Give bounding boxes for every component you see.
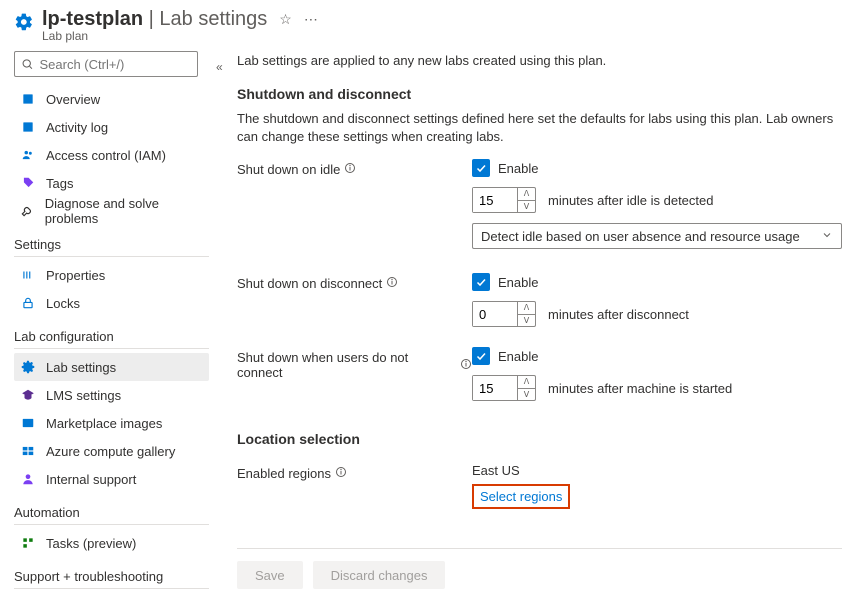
sidebar-item-locks[interactable]: Locks	[14, 289, 209, 317]
person-icon	[20, 471, 36, 487]
sidebar-item-internal-support[interactable]: Internal support	[14, 465, 209, 493]
sidebar-item-activity-log[interactable]: Activity log	[14, 113, 209, 141]
idle-minutes-stepper[interactable]: ᐱ ᐯ	[472, 187, 536, 213]
gallery-icon	[20, 443, 36, 459]
log-icon	[20, 119, 36, 135]
sidebar-item-label: Properties	[46, 268, 105, 283]
lock-icon	[20, 295, 36, 311]
select-regions-highlight: Select regions	[472, 484, 570, 509]
sidebar-item-lab-settings[interactable]: Lab settings	[14, 353, 209, 381]
sidebar-item-label: Access control (IAM)	[46, 148, 166, 163]
sidebar-item-tags[interactable]: Tags	[14, 169, 209, 197]
disconnect-label: Shut down on disconnect	[237, 273, 472, 291]
info-icon[interactable]	[344, 162, 356, 177]
sidebar-item-marketplace[interactable]: Marketplace images	[14, 409, 209, 437]
idle-label: Shut down on idle	[237, 159, 472, 177]
noconnect-minutes-stepper[interactable]: ᐱ ᐯ	[472, 375, 536, 401]
select-regions-link[interactable]: Select regions	[480, 489, 562, 504]
support-icon	[20, 599, 36, 601]
discard-button[interactable]: Discard changes	[313, 561, 446, 589]
region-value: East US	[472, 463, 842, 478]
page-title: lp-testplan | Lab settings	[42, 8, 267, 31]
search-field[interactable]	[39, 57, 191, 72]
enable-label: Enable	[498, 275, 538, 290]
info-icon[interactable]	[335, 466, 347, 481]
automation-heading: Automation	[14, 505, 209, 525]
shutdown-subtext: The shutdown and disconnect settings def…	[237, 110, 842, 145]
disconnect-minutes-input[interactable]	[473, 302, 517, 326]
sidebar-item-label: Activity log	[46, 120, 108, 135]
enable-label: Enable	[498, 349, 538, 364]
stepper-up-icon[interactable]: ᐱ	[518, 188, 535, 201]
labconfig-heading: Lab configuration	[14, 329, 209, 349]
page-description: Lab settings are applied to any new labs…	[237, 53, 842, 68]
stepper-up-icon[interactable]: ᐱ	[518, 376, 535, 389]
sidebar-item-label: Internal support	[46, 472, 136, 487]
tasks-icon	[20, 535, 36, 551]
settings-heading: Settings	[14, 237, 209, 257]
regions-label: Enabled regions	[237, 463, 472, 481]
location-heading: Location selection	[237, 431, 842, 447]
idle-help-text: minutes after idle is detected	[548, 193, 713, 208]
noconnect-enable-checkbox[interactable]	[472, 347, 490, 365]
stepper-down-icon[interactable]: ᐯ	[518, 315, 535, 327]
sidebar-item-access-control[interactable]: Access control (IAM)	[14, 141, 209, 169]
noconnect-minutes-input[interactable]	[473, 376, 517, 400]
more-icon[interactable]: ⋯	[304, 11, 318, 28]
disconnect-help-text: minutes after disconnect	[548, 307, 689, 322]
main-content: Lab settings are applied to any new labs…	[215, 43, 860, 601]
overview-icon	[20, 91, 36, 107]
save-button[interactable]: Save	[237, 561, 303, 589]
sidebar-item-diagnose[interactable]: Diagnose and solve problems	[14, 197, 209, 225]
sidebar-item-support-request[interactable]: New Support Request	[14, 593, 209, 601]
sidebar-item-label: Tasks (preview)	[46, 536, 136, 551]
idle-minutes-input[interactable]	[473, 188, 517, 212]
sidebar-item-compute-gallery[interactable]: Azure compute gallery	[14, 437, 209, 465]
disconnect-enable-checkbox[interactable]	[472, 273, 490, 291]
chevron-down-icon	[821, 229, 833, 244]
sidebar-item-properties[interactable]: Properties	[14, 261, 209, 289]
page-header: lp-testplan | Lab settings ☆ ⋯ Lab plan	[0, 0, 860, 43]
sidebar-item-label: Lab settings	[46, 360, 116, 375]
search-input[interactable]	[14, 51, 198, 77]
sidebar-item-label: New Support Request	[46, 600, 173, 602]
sidebar-item-label: Marketplace images	[46, 416, 162, 431]
wrench-icon	[20, 203, 35, 219]
sidebar-item-tasks[interactable]: Tasks (preview)	[14, 529, 209, 557]
sidebar-item-label: Overview	[46, 92, 100, 107]
properties-icon	[20, 267, 36, 283]
stepper-up-icon[interactable]: ᐱ	[518, 302, 535, 315]
info-icon[interactable]	[460, 358, 472, 373]
idle-enable-checkbox[interactable]	[472, 159, 490, 177]
disconnect-minutes-stepper[interactable]: ᐱ ᐯ	[472, 301, 536, 327]
gear-small-icon	[20, 359, 36, 375]
graduation-icon	[20, 387, 36, 403]
idle-detection-dropdown[interactable]: Detect idle based on user absence and re…	[472, 223, 842, 249]
sidebar: Overview Activity log Access control (IA…	[0, 43, 215, 601]
resource-type: Lab plan	[42, 29, 318, 43]
sidebar-item-label: LMS settings	[46, 388, 121, 403]
noconnect-label: Shut down when users do not connect	[237, 347, 472, 380]
sidebar-item-label: Azure compute gallery	[46, 444, 175, 459]
sidebar-item-label: Diagnose and solve problems	[45, 196, 203, 226]
gear-icon	[14, 12, 34, 35]
favorite-icon[interactable]: ☆	[279, 11, 292, 28]
image-icon	[20, 415, 36, 431]
footer-bar: Save Discard changes	[237, 548, 842, 601]
stepper-down-icon[interactable]: ᐯ	[518, 389, 535, 401]
info-icon[interactable]	[386, 276, 398, 291]
sidebar-item-overview[interactable]: Overview	[14, 85, 209, 113]
stepper-down-icon[interactable]: ᐯ	[518, 201, 535, 213]
enable-label: Enable	[498, 161, 538, 176]
shutdown-heading: Shutdown and disconnect	[237, 86, 842, 102]
support-heading: Support + troubleshooting	[14, 569, 209, 589]
sidebar-item-label: Locks	[46, 296, 80, 311]
sidebar-item-label: Tags	[46, 176, 73, 191]
dropdown-value: Detect idle based on user absence and re…	[481, 229, 800, 244]
noconnect-help-text: minutes after machine is started	[548, 381, 732, 396]
tag-icon	[20, 175, 36, 191]
people-icon	[20, 147, 36, 163]
sidebar-item-lms-settings[interactable]: LMS settings	[14, 381, 209, 409]
